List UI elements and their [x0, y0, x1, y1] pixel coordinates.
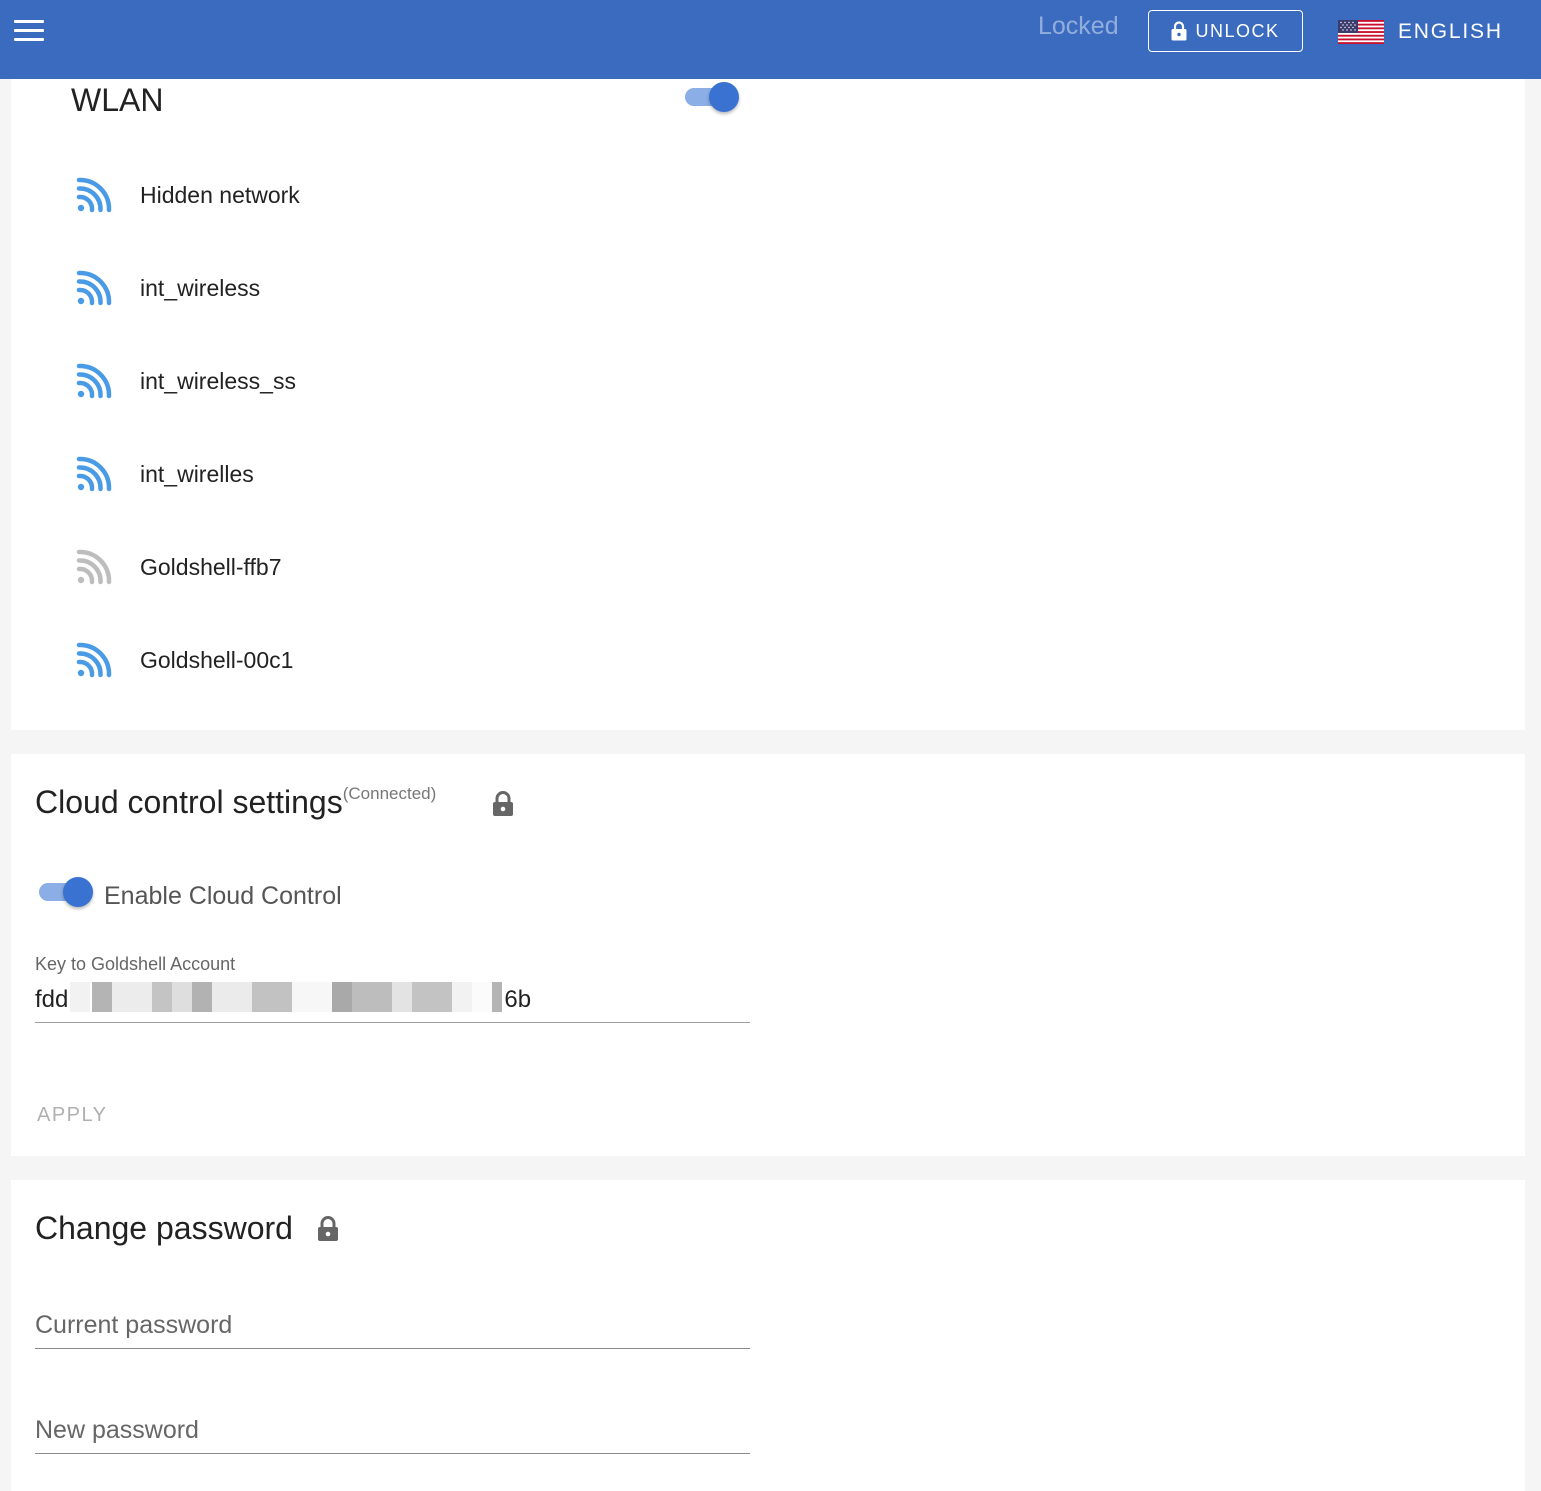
network-name: Goldshell-00c1 — [140, 646, 294, 673]
unlock-button[interactable]: UNLOCK — [1148, 10, 1303, 52]
lock-icon — [493, 791, 513, 816]
apply-button[interactable]: APPLY — [37, 1104, 108, 1127]
cloud-control-title: Cloud control settings(Connected) — [35, 784, 436, 821]
unlock-button-label: UNLOCK — [1195, 20, 1280, 41]
wlan-card: WLAN Hidden network int_wireless int_wir… — [11, 60, 1525, 730]
cloud-control-card: Cloud control settings(Connected) Enable… — [11, 754, 1525, 1156]
key-suffix: 6b — [504, 986, 532, 1013]
top-app-bar: Locked UNLOCK ENGLISH — [0, 0, 1541, 79]
current-password-input[interactable] — [35, 1303, 750, 1349]
enable-cloud-control-toggle[interactable] — [37, 874, 97, 910]
wifi-signal-icon — [76, 642, 112, 678]
language-label: ENGLISH — [1398, 20, 1503, 43]
lock-status-text: Locked — [1038, 12, 1119, 40]
key-prefix: fdd — [35, 986, 69, 1013]
wifi-signal-icon — [76, 456, 112, 492]
network-item[interactable]: int_wirelles — [73, 449, 673, 499]
wifi-signal-icon — [76, 549, 112, 585]
network-item[interactable]: Goldshell-00c1 — [73, 635, 673, 685]
change-password-title: Change password — [35, 1210, 293, 1246]
us-flag-icon — [1338, 20, 1384, 44]
wlan-title: WLAN — [71, 82, 164, 118]
network-item[interactable]: int_wireless_ss — [73, 356, 673, 406]
account-key-underline — [35, 1022, 750, 1023]
network-name: Goldshell-ffb7 — [140, 553, 282, 580]
network-name: int_wireless — [140, 274, 261, 301]
cloud-status: (Connected) — [342, 784, 437, 803]
redacted-key-region — [70, 982, 503, 1012]
network-name: Hidden network — [140, 181, 300, 208]
lock-icon — [1171, 21, 1187, 41]
wifi-signal-icon — [76, 270, 112, 306]
wifi-signal-icon — [76, 363, 112, 399]
account-key-label: Key to Goldshell Account — [35, 954, 236, 974]
network-item[interactable]: Hidden network — [73, 170, 673, 220]
wlan-toggle[interactable] — [683, 79, 743, 115]
enable-cloud-control-label[interactable]: Enable Cloud Control — [104, 882, 342, 911]
account-key-field[interactable]: fdd 6b — [35, 982, 531, 1014]
network-name: int_wirelles — [140, 460, 254, 487]
network-item[interactable]: Goldshell-ffb7 — [73, 542, 673, 592]
hamburger-menu-icon[interactable] — [14, 20, 44, 42]
change-password-card: Change password — [11, 1180, 1525, 1491]
wifi-signal-icon — [76, 177, 112, 213]
new-password-input[interactable] — [35, 1408, 750, 1454]
lock-icon — [318, 1216, 338, 1241]
cloud-control-title-text: Cloud control settings — [35, 784, 343, 820]
network-item[interactable]: int_wireless — [73, 263, 673, 313]
network-name: int_wireless_ss — [140, 367, 296, 394]
language-selector[interactable]: ENGLISH — [1338, 16, 1503, 48]
